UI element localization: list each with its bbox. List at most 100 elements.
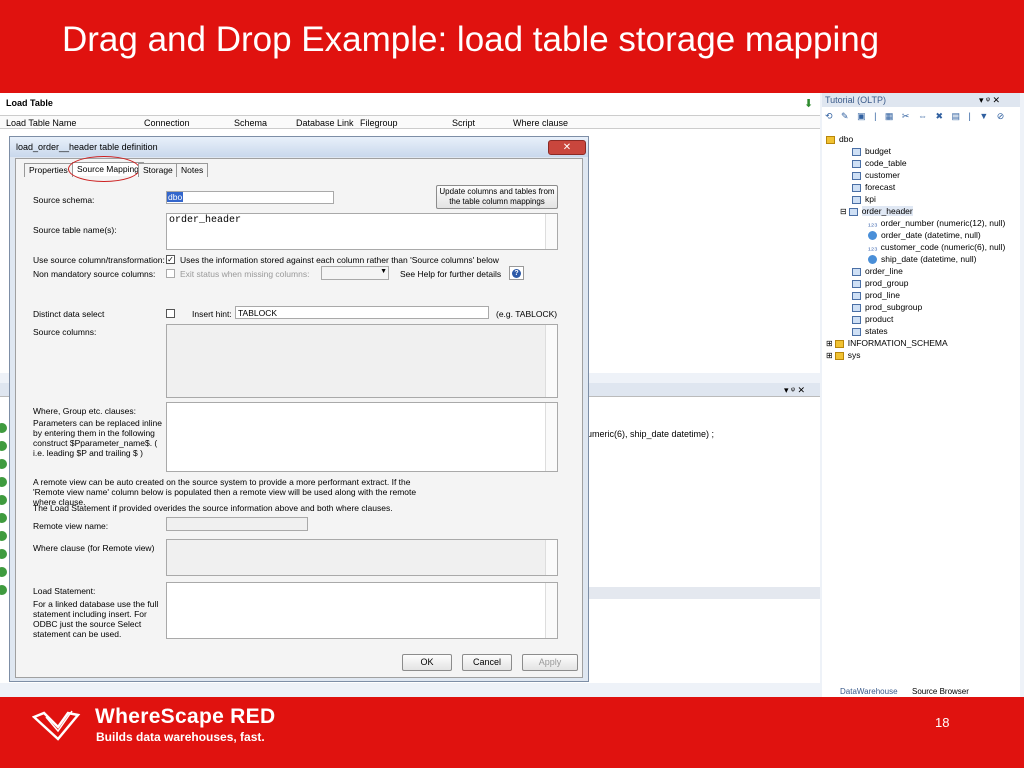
tab-properties[interactable]: Properties <box>24 163 73 177</box>
help-icon[interactable]: ? <box>509 266 524 280</box>
tree-node-schema[interactable]: ⊞ INFORMATION_SCHEMA <box>826 337 948 349</box>
tree-table-icon <box>852 159 861 168</box>
tree-column-node[interactable]: order_date (datetime, null) <box>868 229 981 241</box>
numeric-column-icon: ₁₂₃ <box>868 218 878 228</box>
clock-icon <box>868 231 877 241</box>
status-icon <box>0 531 7 541</box>
scrollbar[interactable] <box>545 325 557 397</box>
tree-table-icon <box>852 279 861 288</box>
remote-where-input[interactable] <box>166 539 558 576</box>
load-table-header-row: Load Table Name Connection Schema Databa… <box>0 115 820 129</box>
clock-icon <box>868 255 877 265</box>
logo-icon <box>32 710 81 741</box>
tree-table-icon <box>852 195 861 204</box>
tree-node-dbo[interactable]: dbo <box>826 133 853 145</box>
tree-table-icon <box>852 147 861 156</box>
close-button[interactable]: ✕ <box>548 140 586 155</box>
slide-footer: WhereScape RED Builds data warehouses, f… <box>0 697 1024 768</box>
nonmandatory-label: Non mandatory source columns: <box>33 269 156 279</box>
source-table-input[interactable]: order_header <box>166 213 558 250</box>
apply-button[interactable]: Apply <box>522 654 578 671</box>
exit-status-select[interactable]: ▼ <box>321 266 389 280</box>
use-source-text: Uses the information stored against each… <box>180 255 499 265</box>
tree-table-icon <box>852 171 861 180</box>
status-icon <box>0 423 7 433</box>
pane-controls[interactable]: ▾ ᵠ ✕ <box>784 385 805 396</box>
column-header[interactable]: Load Table Name <box>6 118 76 128</box>
where-clause-input[interactable] <box>166 402 558 472</box>
dialog-titlebar[interactable]: load_order__header table definition ✕ <box>10 137 588 157</box>
insert-hint-input[interactable]: TABLOCK <box>235 306 489 319</box>
column-header[interactable]: Database Link <box>296 118 354 128</box>
column-header[interactable]: Schema <box>234 118 267 128</box>
collapse-icon[interactable]: ⊟ <box>840 207 847 216</box>
load-statement-note: The Load Statement if provided overides … <box>33 503 393 513</box>
column-header[interactable]: Connection <box>144 118 190 128</box>
tree-column-node[interactable]: ₁₂₃ order_number (numeric(12), null) <box>868 217 1005 229</box>
chevron-down-icon: ▼ <box>380 268 387 275</box>
source-schema-input[interactable]: dbo <box>166 191 334 204</box>
tab-source-browser[interactable]: Source Browser <box>912 687 969 696</box>
status-icon <box>0 495 7 505</box>
exit-status-checkbox[interactable] <box>166 269 175 278</box>
scrollbar[interactable] <box>545 540 557 575</box>
tree-node-table[interactable]: order_line <box>852 265 903 277</box>
tree-node-order-header[interactable]: ⊟ order_header <box>840 205 913 217</box>
scrollbar[interactable] <box>545 214 557 249</box>
where-help: Parameters can be replaced inline by ent… <box>33 418 162 458</box>
source-columns-label: Source columns: <box>33 327 97 337</box>
tree-node-table[interactable]: product <box>852 313 893 325</box>
status-icon <box>0 459 7 469</box>
tab-notes[interactable]: Notes <box>176 163 209 177</box>
tree-pane-title: Tutorial (OLTP) <box>825 95 887 105</box>
tree-column-node[interactable]: ship_date (datetime, null) <box>868 253 976 265</box>
tree-column-node[interactable]: ₁₂₃ customer_code (numeric(6), null) <box>868 241 1005 253</box>
scrollbar[interactable] <box>545 403 557 471</box>
results-selected-row[interactable] <box>588 587 820 599</box>
column-header[interactable]: Filegroup <box>360 118 398 128</box>
tree-node-table[interactable]: customer <box>852 169 900 181</box>
cancel-button[interactable]: Cancel <box>462 654 512 671</box>
tab-datawarehouse[interactable]: DataWarehouse <box>840 687 898 696</box>
where-label: Where, Group etc. clauses: <box>33 406 136 416</box>
column-header[interactable]: Where clause <box>513 118 568 128</box>
load-statement-input[interactable] <box>166 582 558 639</box>
status-icon <box>0 585 7 595</box>
expand-icon[interactable]: ⊞ <box>826 339 833 348</box>
tree-table-icon <box>852 267 861 276</box>
tree-node-table[interactable]: prod_group <box>852 277 908 289</box>
tree-node-schema[interactable]: ⊞ sys <box>826 349 860 361</box>
tree-toolbar: ⟲ ✎ ▣ | ▦ ✂ ⇔ ✖ ▤ | ▼ ⊘ <box>825 111 1008 121</box>
results-text: numeric(6), ship_date datetime) ; <box>582 429 715 439</box>
use-source-label: Use source column/transformation: <box>33 255 165 265</box>
distinct-checkbox[interactable] <box>166 309 175 318</box>
checkbox-icon[interactable]: ✓ <box>166 255 175 264</box>
source-columns-input[interactable] <box>166 324 558 398</box>
tree-table-icon <box>852 327 861 336</box>
update-columns-button[interactable]: Update columns and tables from the table… <box>436 185 558 209</box>
insert-hint-example: (e.g. TABLOCK) <box>496 309 558 319</box>
pane-controls[interactable]: ▾ ᵠ ✕ <box>979 95 1000 106</box>
tree-bottom-tabs: DataWarehouse Source Browser <box>824 687 1020 697</box>
ok-button[interactable]: OK <box>402 654 452 671</box>
tree-node-table[interactable]: budget <box>852 145 891 157</box>
column-header[interactable]: Script <box>452 118 475 128</box>
tree-node-table[interactable]: code_table <box>852 157 907 169</box>
tree-node-table[interactable]: kpi <box>852 193 876 205</box>
source-schema-label: Source schema: <box>33 195 95 205</box>
tab-storage[interactable]: Storage <box>138 163 178 177</box>
help-text: See Help for further details <box>400 269 502 279</box>
tree-table-icon <box>852 303 861 312</box>
expand-icon[interactable]: ⊞ <box>826 351 833 360</box>
tree-node-table[interactable]: prod_subgroup <box>852 301 922 313</box>
download-icon[interactable]: ⬇ <box>804 97 813 110</box>
slide-title: Drag and Drop Example: load table storag… <box>62 20 880 59</box>
tree-node-table[interactable]: states <box>852 325 888 337</box>
dialog-title: load_order__header table definition <box>16 142 158 152</box>
tree-node-table[interactable]: forecast <box>852 181 895 193</box>
scrollbar[interactable] <box>545 583 557 638</box>
folder-icon <box>826 135 835 144</box>
status-icon <box>0 477 7 487</box>
tree-node-table[interactable]: prod_line <box>852 289 900 301</box>
remote-view-name-input[interactable] <box>166 517 308 531</box>
